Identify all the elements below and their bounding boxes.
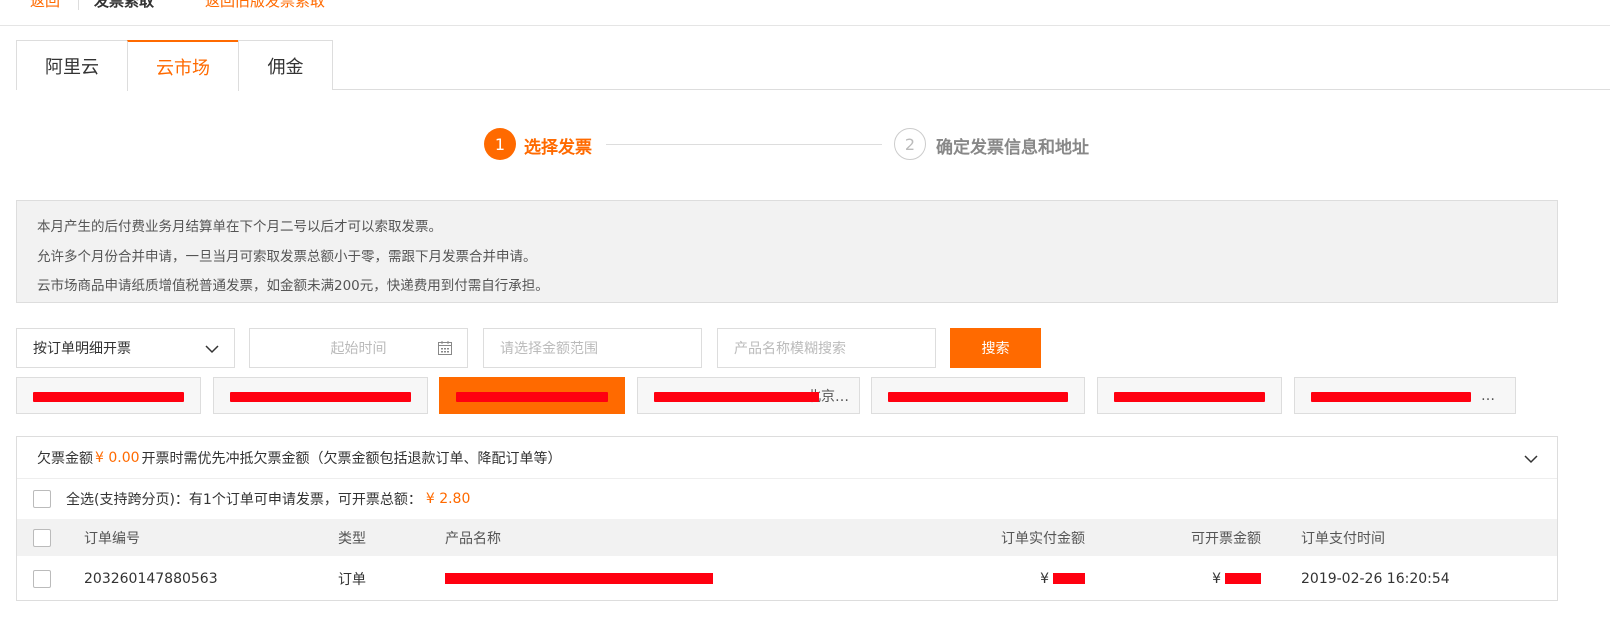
- row-checkbox-cell: [33, 556, 51, 601]
- redaction-mark: [1311, 392, 1471, 402]
- tab-aliyun[interactable]: 阿里云: [16, 40, 128, 90]
- tab-bar: 阿里云 云市场 佣金: [16, 40, 1610, 91]
- paid-amount: ¥: [1040, 556, 1085, 601]
- page-title: 发票索取: [94, 0, 155, 10]
- notice-line: 允许多个月份合并申请，一旦当月可索取发票总额小于零，需跟下月发票合并申请。: [37, 248, 537, 265]
- owed-label: 欠票金额: [37, 450, 93, 467]
- header-checkbox-cell: [33, 519, 51, 556]
- order-number: 203260147880563: [84, 570, 218, 587]
- company-list: 北京… …: [16, 377, 1576, 414]
- invoice-mode-value: 按订单明细开票: [33, 341, 131, 357]
- invoiceable-currency: ¥: [1212, 570, 1221, 587]
- invoice-mode-select[interactable]: 按订单明细开票: [16, 328, 235, 368]
- redaction-mark: [33, 392, 184, 402]
- redaction-mark: [1053, 573, 1085, 584]
- product-search-input[interactable]: 产品名称模糊搜索: [717, 328, 936, 368]
- redaction-mark: [1114, 392, 1265, 402]
- table-row: 203260147880563 订单 ¥ ¥ 2019-02-26 16:20:…: [17, 556, 1557, 601]
- notice-line: 云市场商品申请纸质增值税普通发票，如金额未满200元，快递费用到付需自行承担。: [37, 278, 549, 294]
- header-checkbox[interactable]: [33, 528, 51, 547]
- chevron-down-icon: [205, 345, 219, 354]
- row-checkbox[interactable]: [33, 569, 51, 588]
- owed-amount: ¥ 0.00: [95, 449, 140, 466]
- header-type: 类型: [338, 530, 366, 547]
- tab-cloud-market[interactable]: 云市场: [127, 40, 239, 91]
- product-search-placeholder: 产品名称模糊搜索: [734, 341, 846, 357]
- step-1-circle: 1: [484, 128, 516, 160]
- old-version-link[interactable]: 返回旧版发票索取: [205, 0, 325, 11]
- amount-range-input[interactable]: 请选择金额范围: [483, 328, 702, 368]
- calendar-icon[interactable]: [437, 340, 453, 356]
- company-name: …: [1481, 387, 1495, 404]
- header-invoiceable-amount: 可开票金额: [1191, 530, 1261, 547]
- redaction-mark: [888, 392, 1068, 402]
- search-button[interactable]: 搜索: [950, 328, 1041, 368]
- company-chip[interactable]: 北京…: [637, 377, 860, 414]
- invoiceable-amount: ¥: [1212, 556, 1261, 601]
- owed-invoice-bar[interactable]: 欠票金额 ¥ 0.00 开票时需优先冲抵欠票金额（欠票金额包括退款订单、降配订单…: [17, 437, 1557, 479]
- redaction-mark: [456, 392, 608, 402]
- header-pay-time: 订单支付时间: [1301, 530, 1385, 547]
- order-type: 订单: [338, 571, 366, 588]
- notice-line: 本月产生的后付费业务月结算单在下个月二号以后才可以索取发票。: [37, 219, 442, 235]
- breadcrumb: 返回 发票索取 返回旧版发票索取: [0, 0, 1610, 26]
- owed-description: 开票时需优先冲抵欠票金额（欠票金额包括退款订单、降配订单等）: [141, 450, 562, 467]
- redaction-mark: [445, 573, 713, 584]
- select-all-checkbox[interactable]: [33, 490, 51, 508]
- step-indicator: 1 选择发票 2 确定发票信息和地址: [0, 128, 1610, 162]
- header-order-no: 订单编号: [84, 530, 140, 547]
- company-chip[interactable]: …: [1294, 377, 1516, 414]
- step-connector: [606, 144, 882, 145]
- select-all-row: 全选(支持跨分页)：有1个订单可申请发票，可开票总额： ¥ 2.80: [17, 479, 1557, 519]
- company-chip[interactable]: [213, 377, 428, 414]
- company-chip[interactable]: [1097, 377, 1282, 414]
- redaction-mark: [654, 392, 819, 402]
- product-name: [445, 556, 713, 601]
- start-time-input[interactable]: 起始时间: [249, 328, 468, 368]
- step-2-label: 确定发票信息和地址: [936, 138, 1089, 158]
- back-link[interactable]: 返回: [30, 0, 60, 11]
- table-header: 订单编号 类型 产品名称 订单实付金额 可开票金额 订单支付时间: [17, 519, 1557, 556]
- tab-commission[interactable]: 佣金: [238, 40, 333, 90]
- header-paid-amount: 订单实付金额: [1001, 530, 1085, 547]
- filter-bar: 按订单明细开票 起始时间 请选择金额范围 产品名称模糊搜索 搜索: [16, 328, 1576, 368]
- start-time-placeholder: 起始时间: [330, 341, 387, 357]
- company-chip[interactable]: [871, 377, 1085, 414]
- step-1-label: 选择发票: [524, 138, 592, 158]
- company-chip-selected[interactable]: [439, 377, 625, 414]
- breadcrumb-divider: [78, 0, 79, 10]
- select-all-label: 全选(支持跨分页)：有1个订单可申请发票，可开票总额：: [66, 492, 422, 508]
- redaction-mark: [1225, 573, 1261, 584]
- chevron-down-icon[interactable]: [1523, 451, 1539, 467]
- company-chip[interactable]: [16, 377, 201, 414]
- orders-panel: 欠票金额 ¥ 0.00 开票时需优先冲抵欠票金额（欠票金额包括退款订单、降配订单…: [16, 436, 1558, 601]
- step-2-circle: 2: [894, 128, 926, 160]
- redaction-mark: [230, 392, 411, 402]
- amount-range-placeholder: 请选择金额范围: [500, 341, 598, 357]
- notice-box: 本月产生的后付费业务月结算单在下个月二号以后才可以索取发票。 允许多个月份合并申…: [16, 200, 1558, 303]
- paid-currency: ¥: [1040, 570, 1049, 587]
- header-product: 产品名称: [445, 530, 501, 547]
- pay-time: 2019-02-26 16:20:54: [1301, 570, 1450, 587]
- total-invoiceable-amount: ¥ 2.80: [425, 491, 471, 507]
